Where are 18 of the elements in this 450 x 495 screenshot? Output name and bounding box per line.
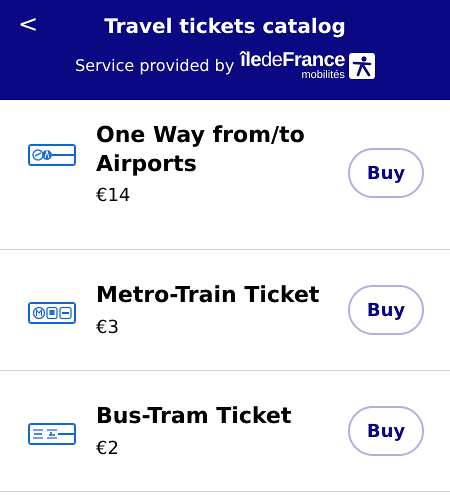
ticket-icon — [28, 144, 76, 166]
logo-subtitle: mobilités — [301, 70, 345, 81]
ticket-price: €14 — [96, 185, 132, 206]
page-title: Travel tickets catalog — [104, 14, 346, 38]
service-text: Service provided by — [75, 56, 234, 75]
ticket-price: €2 — [96, 438, 120, 459]
buy-button[interactable]: Buy — [348, 148, 424, 198]
logo-name: îledeFrance — [240, 50, 345, 70]
ticket-icon — [28, 423, 76, 445]
back-button[interactable]: < — [12, 10, 44, 38]
ticket-price: €3 — [96, 316, 120, 338]
buy-button[interactable]: Buy — [348, 285, 424, 335]
ticket-icon — [28, 302, 76, 324]
ticket-name: One Way from/to Airports — [96, 122, 306, 179]
ticket-name: Bus-Tram Ticket — [96, 403, 292, 432]
ticket-name: Metro-Train Ticket — [96, 282, 320, 310]
figure-logo-icon — [348, 52, 375, 78]
buy-button[interactable]: Buy — [348, 406, 424, 456]
